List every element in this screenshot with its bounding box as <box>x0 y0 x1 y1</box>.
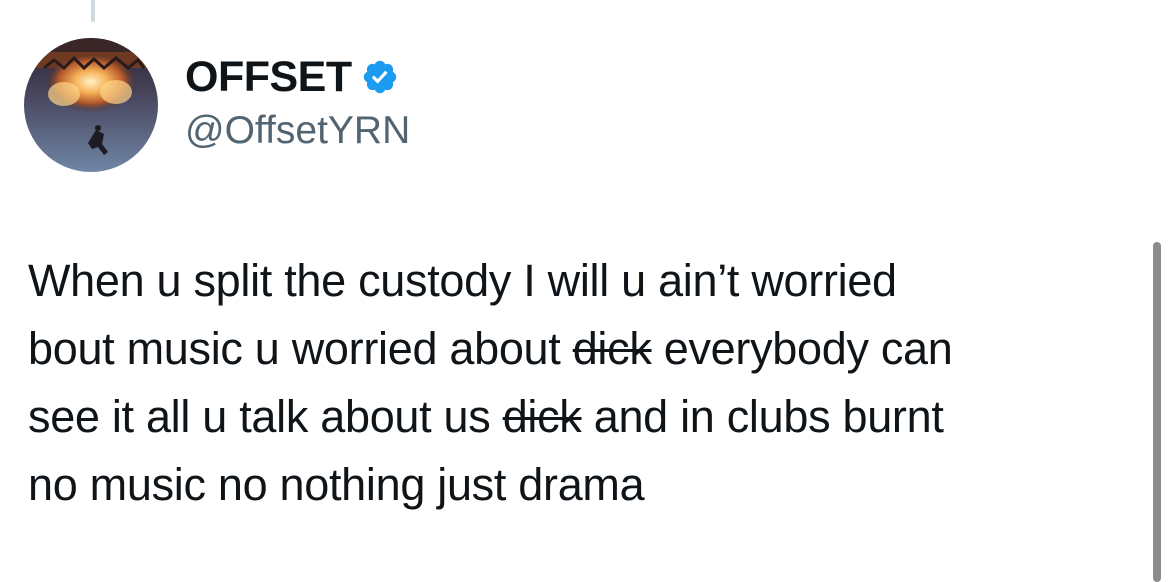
scrollbar[interactable] <box>1153 242 1161 582</box>
tweet-text-segment: and in clubs burnt <box>581 391 944 442</box>
tweet-line-3: see it all u talk about us dick and in c… <box>28 383 1118 451</box>
tweet-text-segment: see it all u talk about us <box>28 391 503 442</box>
tweet-text: When u split the custody I will u ain’t … <box>28 247 1118 519</box>
thread-connector-line <box>91 0 95 22</box>
user-handle[interactable]: @OffsetYRN <box>185 108 410 154</box>
avatar-image <box>24 38 158 172</box>
avatar[interactable] <box>24 38 158 172</box>
strikethrough-word: dick <box>502 391 582 442</box>
display-name-row[interactable]: OFFSET <box>185 52 399 102</box>
tweet-line-4: no music no nothing just drama <box>28 459 645 510</box>
strikethrough-word: dick <box>572 323 652 374</box>
tweet-line-1: When u split the custody I will u ain’t … <box>28 255 897 306</box>
tweet-line-2: bout music u worried about dick everybod… <box>28 315 1118 383</box>
tweet-text-segment: everybody can <box>651 323 953 374</box>
display-name[interactable]: OFFSET <box>185 52 352 102</box>
verified-badge-icon <box>363 60 396 94</box>
tweet-text-segment: bout music u worried about <box>28 323 573 374</box>
